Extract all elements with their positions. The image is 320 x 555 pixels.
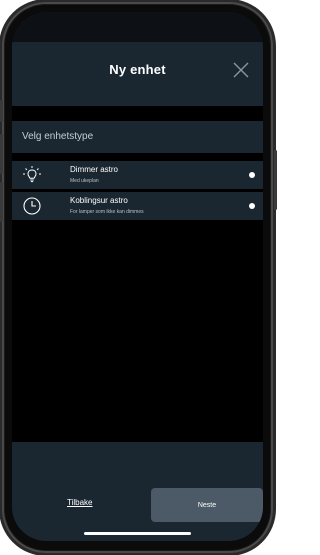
- device-type-subtitle: Med ukeplan: [70, 178, 99, 184]
- status-bar: [12, 12, 263, 42]
- app-screen: Ny enhet Velg enhetstype Dimmer astro Me…: [12, 12, 263, 541]
- device-type-title: Dimmer astro: [70, 165, 119, 174]
- close-icon[interactable]: [231, 60, 251, 80]
- clock-icon: [23, 197, 41, 215]
- device-type-option-dimmer[interactable]: Dimmer astro Med ukeplan: [12, 161, 263, 189]
- section-label: Velg enhetstype: [22, 131, 94, 142]
- bottom-action-bar: Tilbake Neste: [12, 442, 263, 541]
- device-type-option-timer[interactable]: Koblingsur astro For lamper som ikke kan…: [12, 192, 263, 220]
- device-type-subtitle: For lamper som ikke kan dimmes: [70, 209, 144, 215]
- phone-volume-button: [0, 182, 3, 222]
- radio-button[interactable]: [249, 172, 255, 178]
- phone-power-button: [274, 150, 277, 210]
- lightbulb-icon: [23, 166, 41, 183]
- radio-button[interactable]: [249, 203, 255, 209]
- device-type-title: Koblingsur astro: [70, 196, 128, 205]
- back-link[interactable]: Tilbake: [67, 498, 93, 507]
- next-button[interactable]: Neste: [151, 488, 263, 522]
- page-title: Ny enhet: [109, 62, 166, 77]
- section-header: Velg enhetstype: [12, 121, 263, 153]
- phone-side-button: [0, 100, 3, 122]
- header: Ny enhet: [12, 42, 263, 106]
- home-indicator[interactable]: [84, 532, 191, 535]
- phone-volume-button: [0, 134, 3, 174]
